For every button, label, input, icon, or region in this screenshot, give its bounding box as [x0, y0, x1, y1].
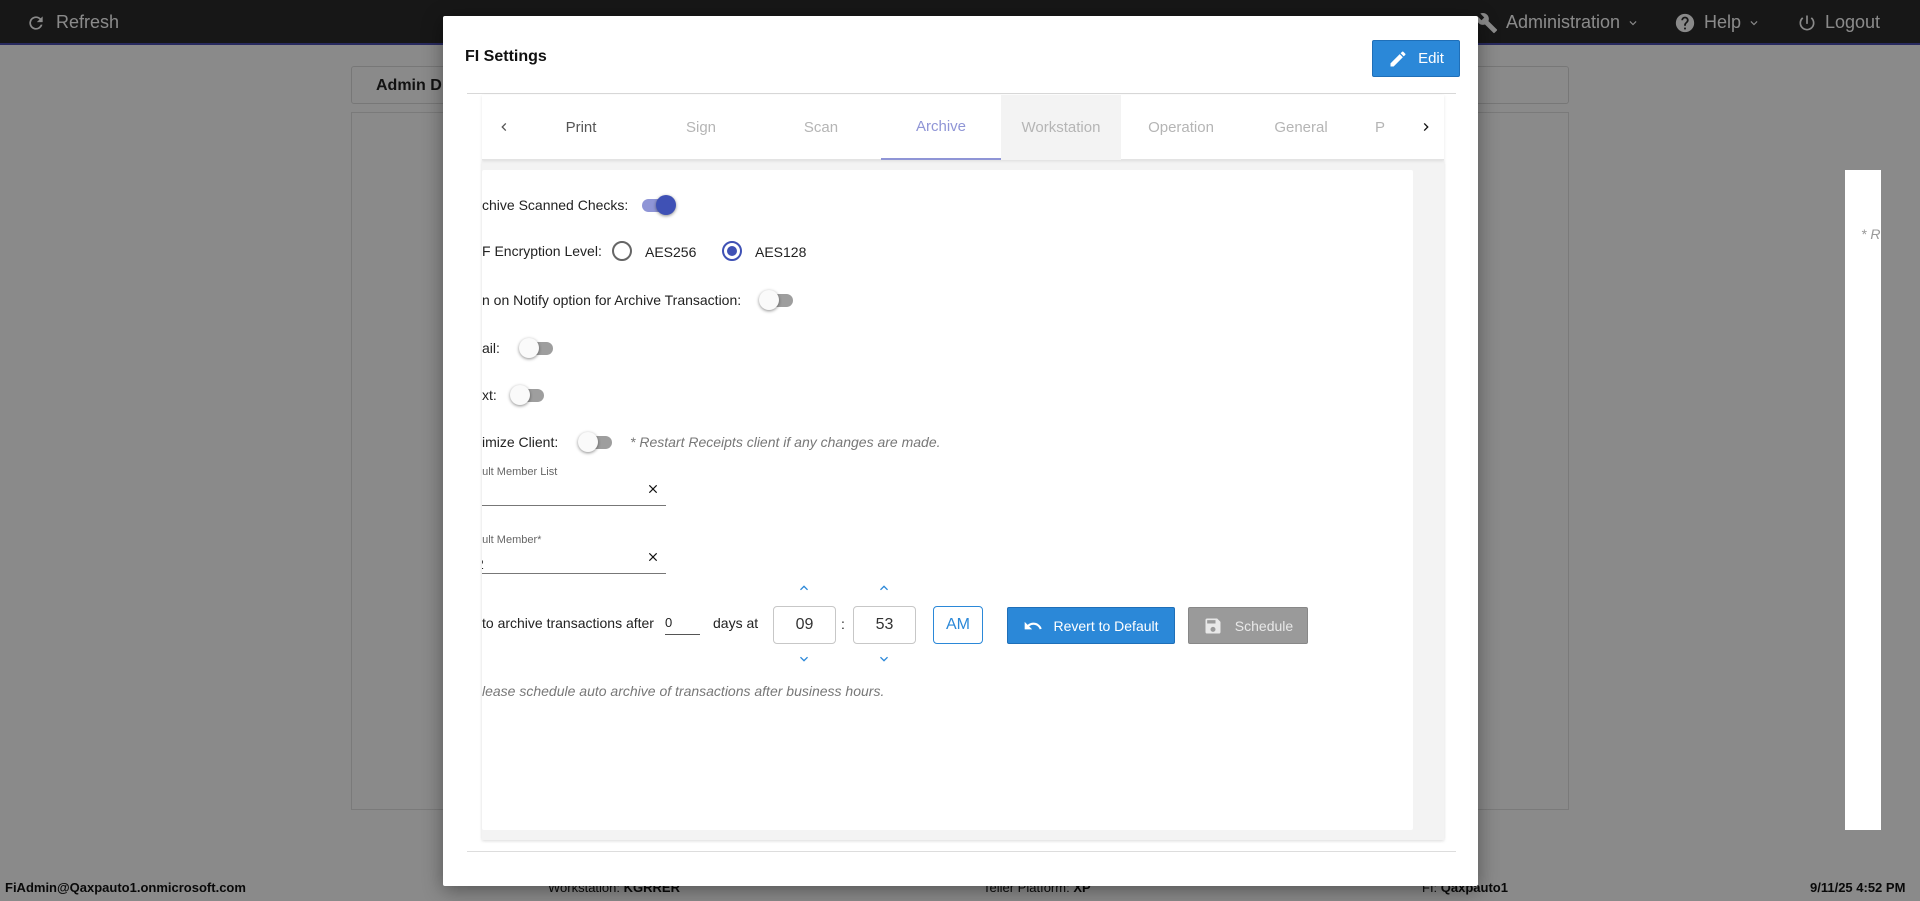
minute-increment-button[interactable] [874, 581, 894, 595]
time-separator: : [841, 616, 845, 632]
restart-client-note: * Restart Receipts client if any changes… [630, 434, 941, 450]
notify-archive-toggle[interactable] [759, 289, 795, 311]
days-at-label: days at [713, 615, 759, 631]
default-member-list-field[interactable]: ault Member List [482, 466, 666, 506]
archive-scanned-checks-label: chive Scanned Checks: [482, 197, 629, 213]
minimize-client-toggle[interactable] [578, 431, 614, 453]
hour-input[interactable]: 09 [773, 606, 836, 644]
chevron-left-icon [501, 123, 507, 131]
undo-icon [1025, 621, 1043, 629]
revert-to-default-label: Revert to Default [1053, 617, 1159, 634]
clear-default-member-button[interactable] [644, 548, 662, 566]
clear-default-member-list-button[interactable] [644, 480, 662, 498]
tab-general[interactable]: General [1241, 95, 1361, 160]
dialog-title: FI Settings [465, 48, 547, 65]
tab-sign[interactable]: Sign [641, 95, 761, 160]
default-member-value: 2 [482, 556, 484, 572]
chevron-up-icon [800, 585, 808, 591]
chevron-down-icon [880, 656, 888, 662]
close-icon [648, 552, 658, 562]
archive-scanned-checks-toggle[interactable] [640, 194, 676, 216]
tab-workstation[interactable]: Workstation [1001, 95, 1121, 160]
edit-label: Edit [1418, 50, 1444, 67]
default-member-list-label: ault Member List [482, 466, 558, 478]
text-label: xt: [482, 387, 497, 403]
email-label: ail: [482, 340, 500, 356]
default-member-label: ault Member* [482, 534, 542, 546]
tab-operation[interactable]: Operation [1121, 95, 1241, 160]
default-member-field[interactable]: ault Member* 2 [482, 534, 666, 574]
fi-settings-dialog: FI Settings Edit Print Sign Scan Archive… [443, 16, 1881, 886]
edit-button[interactable]: Edit [1372, 40, 1460, 77]
minute-decrement-button[interactable] [874, 652, 894, 666]
pencil-icon [1390, 50, 1406, 66]
minute-input[interactable]: 53 [853, 606, 916, 644]
side-note: * R [1861, 226, 1881, 242]
notify-archive-label: n on Notify option for Archive Transacti… [482, 292, 742, 308]
tab-scroll-right-button[interactable] [1414, 115, 1438, 139]
chevron-right-icon [1423, 123, 1429, 131]
hour-increment-button[interactable] [794, 581, 814, 595]
aes256-radio[interactable] [612, 241, 632, 261]
close-icon [648, 484, 658, 494]
save-icon [1205, 618, 1221, 633]
email-toggle[interactable] [519, 337, 555, 359]
aes128-label: AES128 [755, 244, 807, 260]
schedule-button[interactable]: Schedule [1188, 607, 1308, 644]
side-info-card: * R [1845, 170, 1881, 830]
tab-archive[interactable]: Archive [881, 95, 1001, 160]
aes128-radio[interactable] [722, 241, 742, 261]
encryption-level-label: F Encryption Level: [482, 243, 602, 259]
chevron-down-icon [800, 656, 808, 662]
settings-tabs: Print Sign Scan Archive Workstation Oper… [482, 95, 1444, 160]
chevron-up-icon [880, 585, 888, 591]
revert-to-default-button[interactable]: Revert to Default [1007, 607, 1175, 644]
text-toggle[interactable] [510, 384, 546, 406]
tab-scan[interactable]: Scan [761, 95, 881, 160]
auto-archive-days-input[interactable]: 0 [665, 611, 700, 635]
minimize-client-label: imize Client: [482, 434, 559, 450]
schedule-hours-note: lease schedule auto archive of transacti… [482, 683, 885, 699]
auto-archive-label: to archive transactions after [482, 615, 654, 631]
dialog-header [467, 36, 1456, 94]
tab-partial[interactable]: P [1361, 95, 1411, 160]
tab-scroll-left-button[interactable] [492, 115, 516, 139]
schedule-label: Schedule [1234, 617, 1294, 634]
aes256-label: AES256 [645, 244, 697, 260]
am-pm-toggle-button[interactable]: AM [933, 606, 983, 644]
hour-decrement-button[interactable] [794, 652, 814, 666]
tab-print[interactable]: Print [521, 95, 641, 160]
archive-settings-card: chive Scanned Checks: F Encryption Level… [482, 170, 1413, 830]
